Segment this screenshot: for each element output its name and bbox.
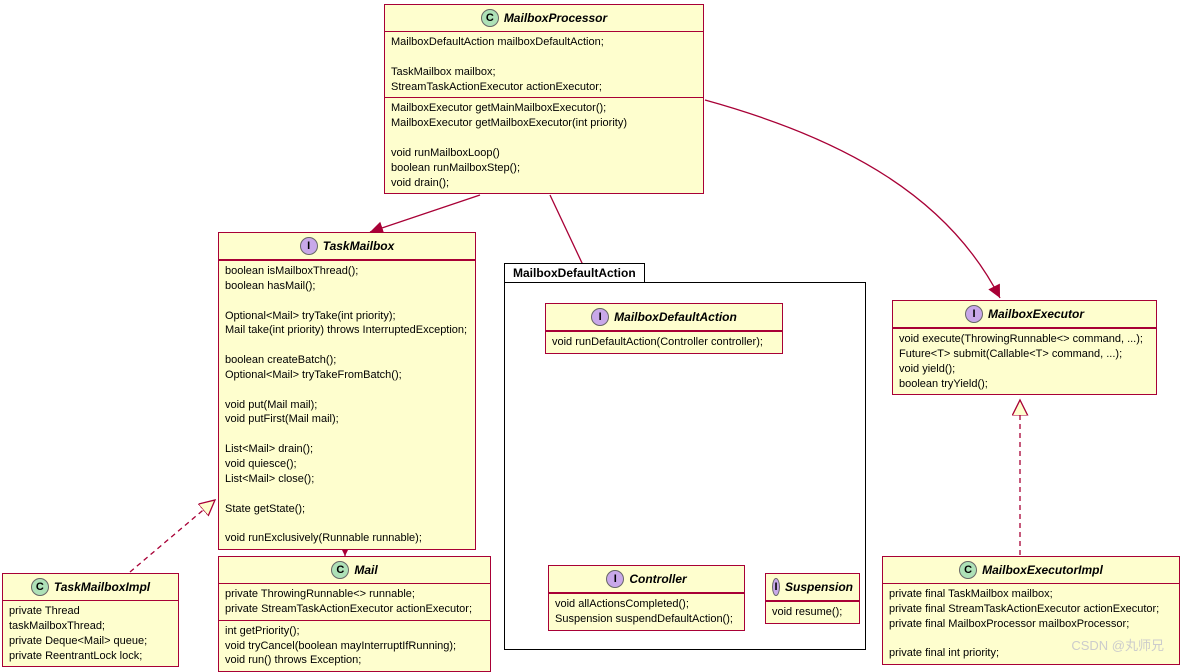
class-name-label: TaskMailboxImpl xyxy=(54,580,150,594)
class-name-label: TaskMailbox xyxy=(323,239,395,253)
class-name-label: MailboxExecutorImpl xyxy=(982,563,1103,577)
class-section: private ThrowingRunnable<> runnable; pri… xyxy=(219,584,490,620)
class-section: MailboxDefaultAction mailboxDefaultActio… xyxy=(385,32,703,97)
class-title: C MailboxProcessor xyxy=(385,5,703,31)
class-name-label: Controller xyxy=(629,572,686,586)
class-icon: C xyxy=(331,561,349,579)
class-section: private Thread taskMailboxThread; privat… xyxy=(3,601,178,666)
class-section: void execute(ThrowingRunnable<> command,… xyxy=(893,329,1156,394)
interface-mailbox-default-action: I MailboxDefaultAction void runDefaultAc… xyxy=(545,303,783,354)
class-section: boolean isMailboxThread(); boolean hasMa… xyxy=(219,261,475,549)
interface-suspension: I Suspension void resume(); xyxy=(765,573,860,624)
interface-icon: I xyxy=(772,578,780,596)
interface-mailbox-executor: I MailboxExecutor void execute(ThrowingR… xyxy=(892,300,1157,395)
class-title: I Controller xyxy=(549,566,744,592)
class-mailbox-processor: C MailboxProcessor MailboxDefaultAction … xyxy=(384,4,704,194)
class-section: private final TaskMailbox mailbox; priva… xyxy=(883,584,1179,664)
class-title: I MailboxDefaultAction xyxy=(546,304,782,330)
class-name-label: Mail xyxy=(354,563,377,577)
class-section: void allActionsCompleted(); Suspension s… xyxy=(549,594,744,630)
interface-icon: I xyxy=(965,305,983,323)
interface-icon: I xyxy=(300,237,318,255)
package-tab: MailboxDefaultAction xyxy=(504,263,645,282)
class-section: void runDefaultAction(Controller control… xyxy=(546,332,782,353)
class-title: I MailboxExecutor xyxy=(893,301,1156,327)
class-name-label: Suspension xyxy=(785,580,853,594)
class-section: MailboxExecutor getMainMailboxExecutor()… xyxy=(385,98,703,193)
class-task-mailbox-impl: C TaskMailboxImpl private Thread taskMai… xyxy=(2,573,179,667)
package-name-label: MailboxDefaultAction xyxy=(513,266,636,280)
class-icon: C xyxy=(959,561,977,579)
class-title: C Mail xyxy=(219,557,490,583)
package-mailbox-default-action: MailboxDefaultAction I MailboxDefaultAct… xyxy=(504,282,866,650)
class-mail: C Mail private ThrowingRunnable<> runnab… xyxy=(218,556,491,672)
interface-controller: I Controller void allActionsCompleted();… xyxy=(548,565,745,631)
class-title: C TaskMailboxImpl xyxy=(3,574,178,600)
class-icon: C xyxy=(31,578,49,596)
class-title: I Suspension xyxy=(766,574,859,600)
class-title: I TaskMailbox xyxy=(219,233,475,259)
class-name-label: MailboxProcessor xyxy=(504,11,607,25)
class-title: C MailboxExecutorImpl xyxy=(883,557,1179,583)
class-icon: C xyxy=(481,9,499,27)
interface-task-mailbox: I TaskMailbox boolean isMailboxThread();… xyxy=(218,232,476,550)
interface-icon: I xyxy=(591,308,609,326)
class-name-label: MailboxExecutor xyxy=(988,307,1084,321)
class-section: void resume(); xyxy=(766,602,859,623)
class-name-label: MailboxDefaultAction xyxy=(614,310,737,324)
class-mailbox-executor-impl: C MailboxExecutorImpl private final Task… xyxy=(882,556,1180,665)
interface-icon: I xyxy=(606,570,624,588)
